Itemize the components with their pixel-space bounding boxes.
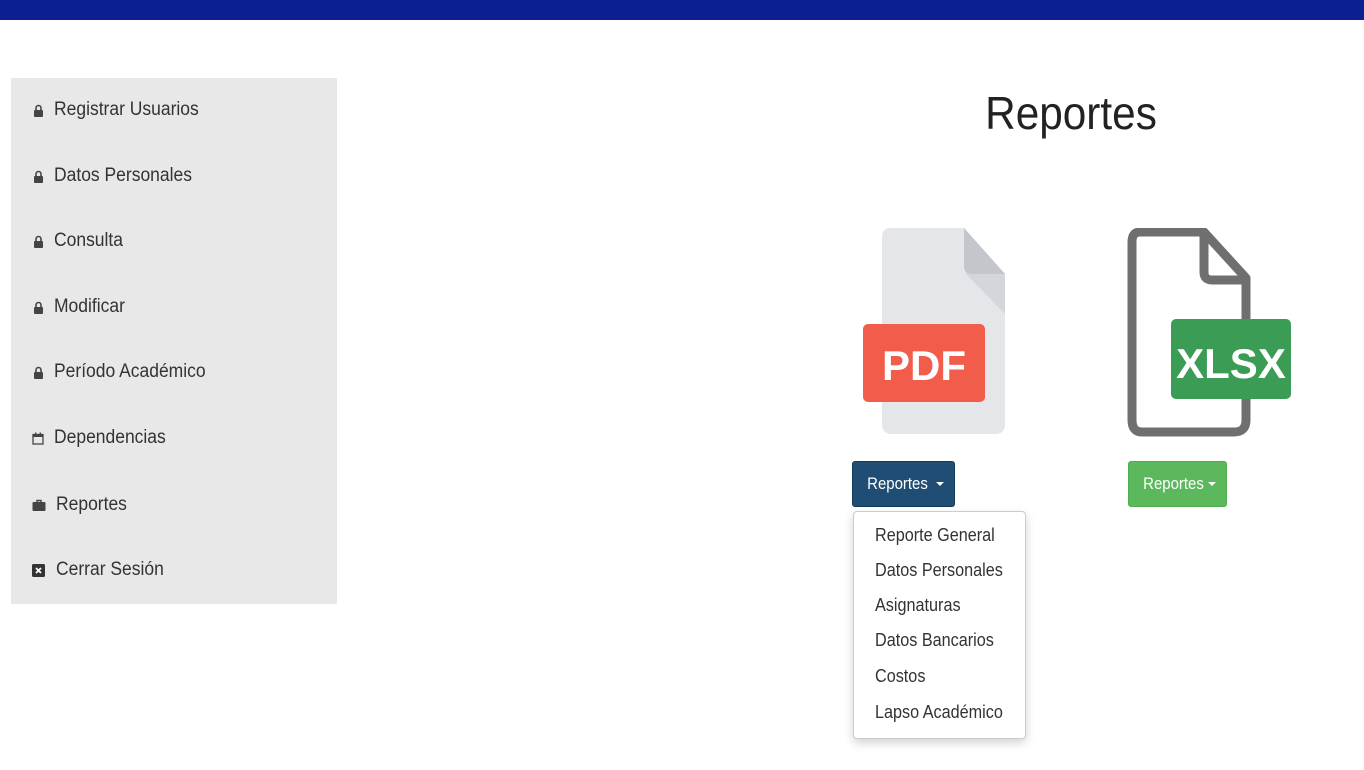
pdf-badge-text: PDF <box>882 342 966 389</box>
xlsx-reportes-dropdown-button[interactable]: Reportes <box>1128 461 1227 507</box>
sidebar-item-registrar-usuarios[interactable]: Registrar Usuarios <box>11 90 337 130</box>
dropdown-item-datos-personales[interactable]: Datos Personales <box>854 554 1025 586</box>
dropdown-item-lapso-academico[interactable]: Lapso Académico <box>854 696 1025 728</box>
xlsx-button-label: Reportes <box>1142 474 1204 493</box>
sidebar-item-label: Dependencias <box>54 427 166 448</box>
dropdown-item-label: Lapso Académico <box>875 701 1003 722</box>
page-title: Reportes <box>985 87 1157 139</box>
pdf-file-icon[interactable]: PDF <box>860 228 1008 438</box>
pdf-reportes-dropdown-menu: Reporte General Datos Personales Asignat… <box>853 511 1026 739</box>
xlsx-badge-text: XLSX <box>1176 340 1286 387</box>
sidebar-item-label: Cerrar Sesión <box>56 559 164 580</box>
sidebar-item-dependencias[interactable]: Dependencias <box>11 418 337 458</box>
sidebar-item-label: Reportes <box>56 494 127 515</box>
sidebar-item-periodo-academico[interactable]: Período Académico <box>11 352 337 392</box>
dropdown-item-asignaturas[interactable]: Asignaturas <box>854 589 1025 621</box>
dropdown-item-label: Costos <box>875 665 926 686</box>
top-bar <box>0 0 1364 20</box>
xlsx-file-icon[interactable]: XLSX <box>1126 228 1294 438</box>
sidebar-item-consulta[interactable]: Consulta <box>11 221 337 261</box>
dropdown-item-reporte-general[interactable]: Reporte General <box>854 519 1025 551</box>
dropdown-item-label: Reporte General <box>875 524 995 545</box>
calendar-icon <box>32 432 44 445</box>
dropdown-item-label: Datos Bancarios <box>875 629 994 650</box>
sidebar-item-modificar[interactable]: Modificar <box>11 287 337 327</box>
lock-icon <box>32 104 44 117</box>
sidebar-item-cerrar-sesion[interactable]: Cerrar Sesión <box>11 550 337 590</box>
caret-down-icon <box>935 482 944 486</box>
pdf-reportes-dropdown-button[interactable]: Reportes <box>852 461 955 507</box>
sidebar-item-label: Período Académico <box>54 361 206 382</box>
lock-icon <box>32 366 44 379</box>
lock-icon <box>32 301 44 314</box>
close-box-icon <box>32 563 45 577</box>
sidebar: Registrar Usuarios Datos Personales Cons… <box>11 78 337 604</box>
sidebar-item-label: Datos Personales <box>54 165 192 186</box>
dropdown-item-label: Datos Personales <box>875 559 1003 580</box>
sidebar-item-label: Modificar <box>54 296 125 317</box>
caret-down-icon <box>1208 482 1217 486</box>
dropdown-item-costos[interactable]: Costos <box>854 660 1025 692</box>
dropdown-item-datos-bancarios[interactable]: Datos Bancarios <box>854 624 1025 656</box>
sidebar-item-label: Registrar Usuarios <box>54 99 199 120</box>
sidebar-item-reportes[interactable]: Reportes <box>11 485 337 525</box>
sidebar-item-label: Consulta <box>54 230 123 251</box>
lock-icon <box>32 235 44 248</box>
dropdown-item-label: Asignaturas <box>875 594 961 615</box>
pdf-button-label: Reportes <box>867 474 928 493</box>
sidebar-item-datos-personales[interactable]: Datos Personales <box>11 156 337 196</box>
lock-icon <box>32 170 44 183</box>
briefcase-icon <box>32 499 46 512</box>
